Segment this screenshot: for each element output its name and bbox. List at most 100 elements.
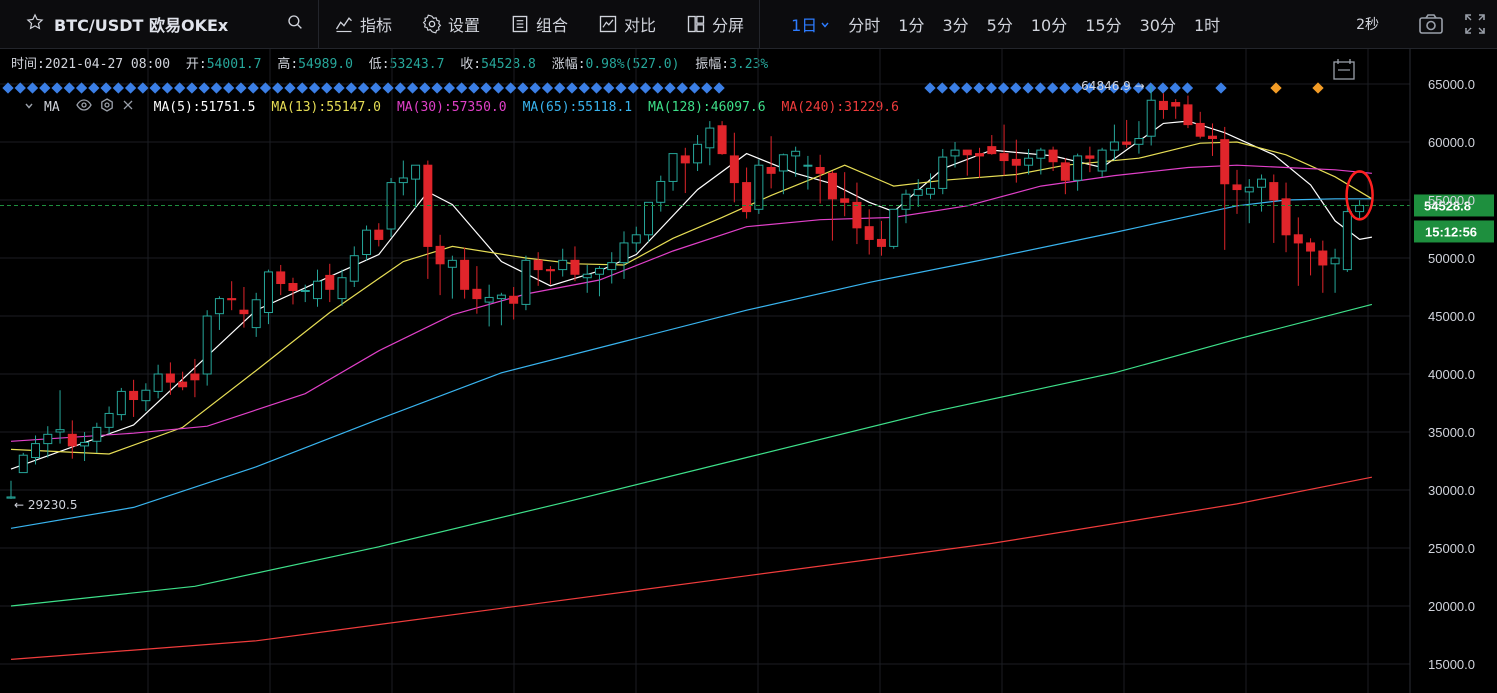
indicators-button[interactable]: 指标 [319,0,407,48]
candle[interactable] [1318,240,1328,293]
settings-button[interactable]: 设置 [407,0,495,48]
symbol-selector[interactable]: BTC/USDT 欧易OKEx [0,0,318,48]
candle[interactable] [644,201,654,242]
candle[interactable] [153,364,163,399]
refresh-interval[interactable]: 2秒 [1356,14,1379,34]
candle[interactable] [276,264,286,296]
candle[interactable] [1269,174,1279,243]
candle[interactable] [840,172,850,217]
candle[interactable] [705,121,715,166]
candle[interactable] [460,247,470,299]
candle[interactable] [962,149,972,176]
candle[interactable] [1306,238,1316,276]
interval-tick[interactable]: 分时 [839,12,889,36]
candle[interactable] [165,362,175,395]
interval-1d-dropdown[interactable]: 1日 [782,12,839,36]
candle[interactable] [374,223,384,247]
interval-10m[interactable]: 10分 [1022,12,1076,36]
combine-button[interactable]: 组合 [495,0,583,48]
search-icon[interactable] [286,13,304,35]
candle[interactable] [631,226,641,253]
candle[interactable] [202,310,212,386]
candle[interactable] [1146,85,1156,146]
candle[interactable] [594,266,604,297]
candle[interactable] [1281,182,1291,253]
star-icon[interactable] [26,13,44,35]
candle[interactable] [1171,99,1181,119]
candle[interactable] [938,148,948,195]
candle[interactable] [999,124,1009,176]
interval-30m[interactable]: 30分 [1131,12,1185,36]
candle[interactable] [1195,111,1205,139]
candle[interactable] [852,182,862,245]
candle[interactable] [1011,139,1021,183]
candle[interactable] [313,269,322,307]
candle[interactable] [227,281,237,311]
candle[interactable] [1109,124,1119,161]
candle[interactable] [987,135,997,155]
calendar-icon[interactable] [1333,59,1355,80]
candle[interactable] [975,147,985,178]
candle[interactable] [509,287,519,320]
candle[interactable] [803,155,813,190]
candle[interactable] [742,167,752,219]
interval-15m[interactable]: 15分 [1076,12,1130,36]
candle[interactable] [104,406,114,435]
candle[interactable] [300,284,310,303]
candle[interactable] [141,383,151,412]
camera-icon[interactable] [1409,0,1453,48]
candle[interactable] [656,175,666,212]
interval-5m[interactable]: 5分 [978,12,1022,36]
candle[interactable] [325,263,335,303]
split-screen-button[interactable]: 分屏 [671,0,759,48]
candle[interactable] [43,426,53,458]
candle[interactable] [1232,169,1242,214]
candle[interactable] [214,296,224,330]
candle[interactable] [901,189,911,224]
candle[interactable] [349,246,359,287]
candle[interactable] [668,153,678,191]
candle[interactable] [1134,121,1144,154]
fullscreen-icon[interactable] [1453,0,1497,48]
candle[interactable] [607,252,617,284]
candle[interactable] [423,160,433,279]
candle[interactable] [116,387,126,421]
interval-1m[interactable]: 1分 [889,12,933,36]
candle[interactable] [251,292,261,337]
candle[interactable] [239,287,249,328]
candle[interactable] [1220,126,1230,250]
candle[interactable] [1183,95,1193,129]
candle[interactable] [778,153,788,195]
candle[interactable] [386,177,396,238]
candle[interactable] [864,209,874,255]
candle[interactable] [717,121,727,155]
candle[interactable] [1342,204,1352,272]
candle[interactable] [411,164,421,209]
candle[interactable] [496,292,506,326]
candle[interactable] [435,234,445,296]
candle[interactable] [570,246,580,282]
candle[interactable] [545,266,555,285]
candle[interactable] [362,225,372,261]
candle[interactable] [1257,174,1267,212]
candle[interactable] [729,132,739,203]
candle[interactable] [950,142,960,168]
candle[interactable] [558,248,568,277]
candle[interactable] [18,452,28,474]
candle[interactable] [337,269,347,306]
candle[interactable] [889,208,899,249]
candle[interactable] [129,379,139,417]
candle[interactable] [1330,248,1340,293]
candle[interactable] [1085,146,1095,173]
candle[interactable] [1060,158,1070,195]
candle[interactable] [288,277,298,305]
candle[interactable] [447,255,457,299]
candle[interactable] [582,264,592,293]
compare-button[interactable]: 对比 [583,0,671,48]
candle[interactable] [398,160,408,196]
candle[interactable] [55,390,65,444]
interval-3m[interactable]: 3分 [933,12,977,36]
candlestick-chart[interactable]: 64846.9 →← 29230.554528.815:12:56 65000.… [0,49,1497,693]
interval-1h[interactable]: 1时 [1185,12,1229,36]
candle[interactable] [693,135,703,171]
